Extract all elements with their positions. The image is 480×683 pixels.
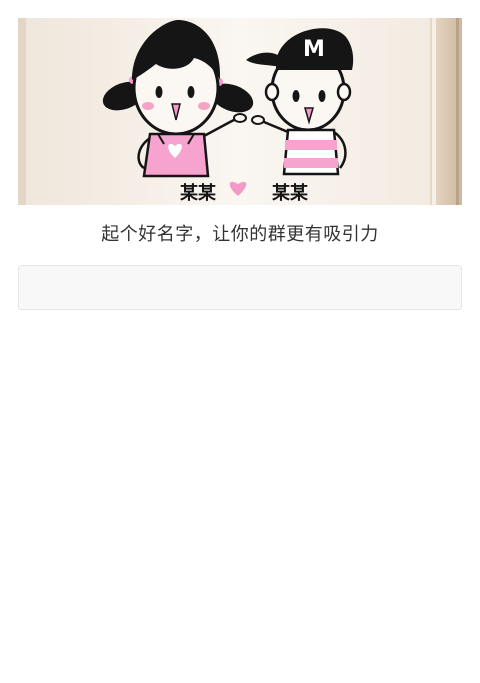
group-name-input[interactable] [18, 265, 462, 310]
cartoon-couple-illustration: M 某某 某某 [18, 18, 462, 205]
caption-right: 某某 [272, 182, 309, 204]
cartoon-couple-banner: M 某某 某某 [18, 18, 462, 205]
cap-letter: M [303, 37, 325, 62]
caption-left: 某某 [180, 182, 217, 204]
group-name-prompt: 起个好名字，让你的群更有吸引力 [101, 224, 379, 245]
